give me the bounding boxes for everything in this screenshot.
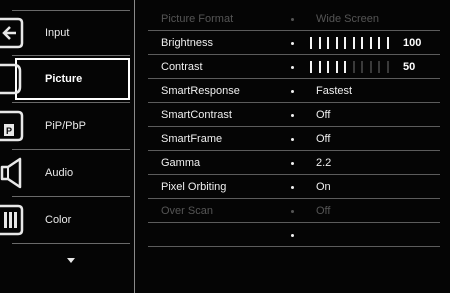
slider-tick [327,37,329,49]
slider-tick [335,61,338,73]
sidebar-item-label: PiP/PbP [45,120,86,132]
menu-row-smartresponse[interactable]: SmartResponse Fastest [148,80,440,103]
row-name: Over Scan [161,205,213,217]
menu-row-contrast[interactable]: Contrast 50 [148,56,440,79]
sidebar-item-picture[interactable]: Picture [0,57,132,101]
slider-tick [369,37,372,49]
sidebar-item-color[interactable]: Color [0,198,132,242]
sidebar-item-label: Audio [45,167,74,179]
row-divider [148,174,440,175]
speaker-icon [0,151,40,195]
chevron-down-icon[interactable] [67,258,75,263]
bullet-icon [291,90,294,93]
sidebar: Input Picture P PiP/PbP Audio Color [0,0,135,293]
sidebar-divider [12,196,130,197]
sidebar-item-input[interactable]: Input [0,11,132,55]
row-value: Off [316,205,331,217]
row-divider [148,246,440,247]
picture-icon [0,57,40,101]
menu-row-empty [148,224,440,247]
bullet-icon [291,210,294,213]
menu-row-over-scan: Over Scan Off [148,200,440,223]
row-name: SmartResponse [161,85,240,97]
brightness-slider[interactable] [310,37,396,49]
row-name: SmartContrast [161,109,232,121]
row-divider [148,198,440,199]
bullet-icon [291,42,294,45]
menu-row-gamma[interactable]: Gamma 2.2 [148,152,440,175]
slider-tick [344,61,346,73]
bullet-icon [291,18,294,21]
menu-row-smartframe[interactable]: SmartFrame Off [148,128,440,151]
svg-text:P: P [6,126,12,136]
row-value: On [316,181,331,193]
slider-tick [318,37,321,49]
sidebar-item-label: Picture [45,73,83,85]
slider-tick [327,61,329,73]
slider-tick [369,61,372,73]
slider-tick [361,37,363,49]
row-divider [148,222,440,223]
sidebar-divider [12,243,130,244]
row-value: Fastest [316,85,353,97]
slider-tick [344,37,346,49]
bullet-icon [291,66,294,69]
bullet-icon [291,162,294,165]
contrast-value: 50 [403,61,416,73]
sidebar-item-audio[interactable]: Audio [0,151,132,195]
row-divider [148,126,440,127]
pip-icon: P [0,104,40,148]
contrast-slider[interactable] [310,61,396,73]
slider-tick [310,37,312,49]
menu-row-pixel-orbiting[interactable]: Pixel Orbiting On [148,176,440,199]
row-divider [148,78,440,79]
row-divider [148,30,440,31]
bullet-icon [291,186,294,189]
row-divider [148,150,440,151]
sidebar-divider [12,149,130,150]
menu-row-picture-format: Picture Format Wide Screen [148,8,440,31]
slider-tick [352,61,355,73]
slider-tick [386,61,389,73]
slider-tick [361,61,363,73]
bullet-icon [291,114,294,117]
row-divider [148,54,440,55]
row-value: Wide Screen [316,13,379,25]
slider-tick [378,61,380,73]
sidebar-item-label: Color [45,214,72,226]
row-divider [148,102,440,103]
brightness-value: 100 [403,37,422,49]
bullet-icon [291,138,294,141]
sidebar-item-label: Input [45,27,70,39]
row-name: Gamma [161,157,201,169]
row-name: Contrast [161,61,203,73]
sidebar-item-pip[interactable]: P PiP/PbP [0,104,132,148]
row-value: 2.2 [316,157,332,169]
row-name: Pixel Orbiting [161,181,227,193]
row-name: SmartFrame [161,133,223,145]
slider-tick [386,37,389,49]
slider-tick [335,37,338,49]
menu-row-brightness[interactable]: Brightness 100 [148,32,440,55]
menu-row-smartcontrast[interactable]: SmartContrast Off [148,104,440,127]
panel-separator [134,0,135,293]
row-value: Off [316,133,331,145]
row-name: Brightness [161,37,213,49]
slider-tick [352,37,355,49]
input-icon [0,11,40,55]
bullet-icon [291,234,294,237]
sidebar-divider [12,55,130,56]
row-value: Off [316,109,331,121]
slider-tick [318,61,321,73]
row-name: Picture Format [161,13,234,25]
sidebar-divider [12,102,130,103]
slider-tick [310,61,312,73]
slider-tick [378,37,380,49]
color-icon [0,198,40,242]
